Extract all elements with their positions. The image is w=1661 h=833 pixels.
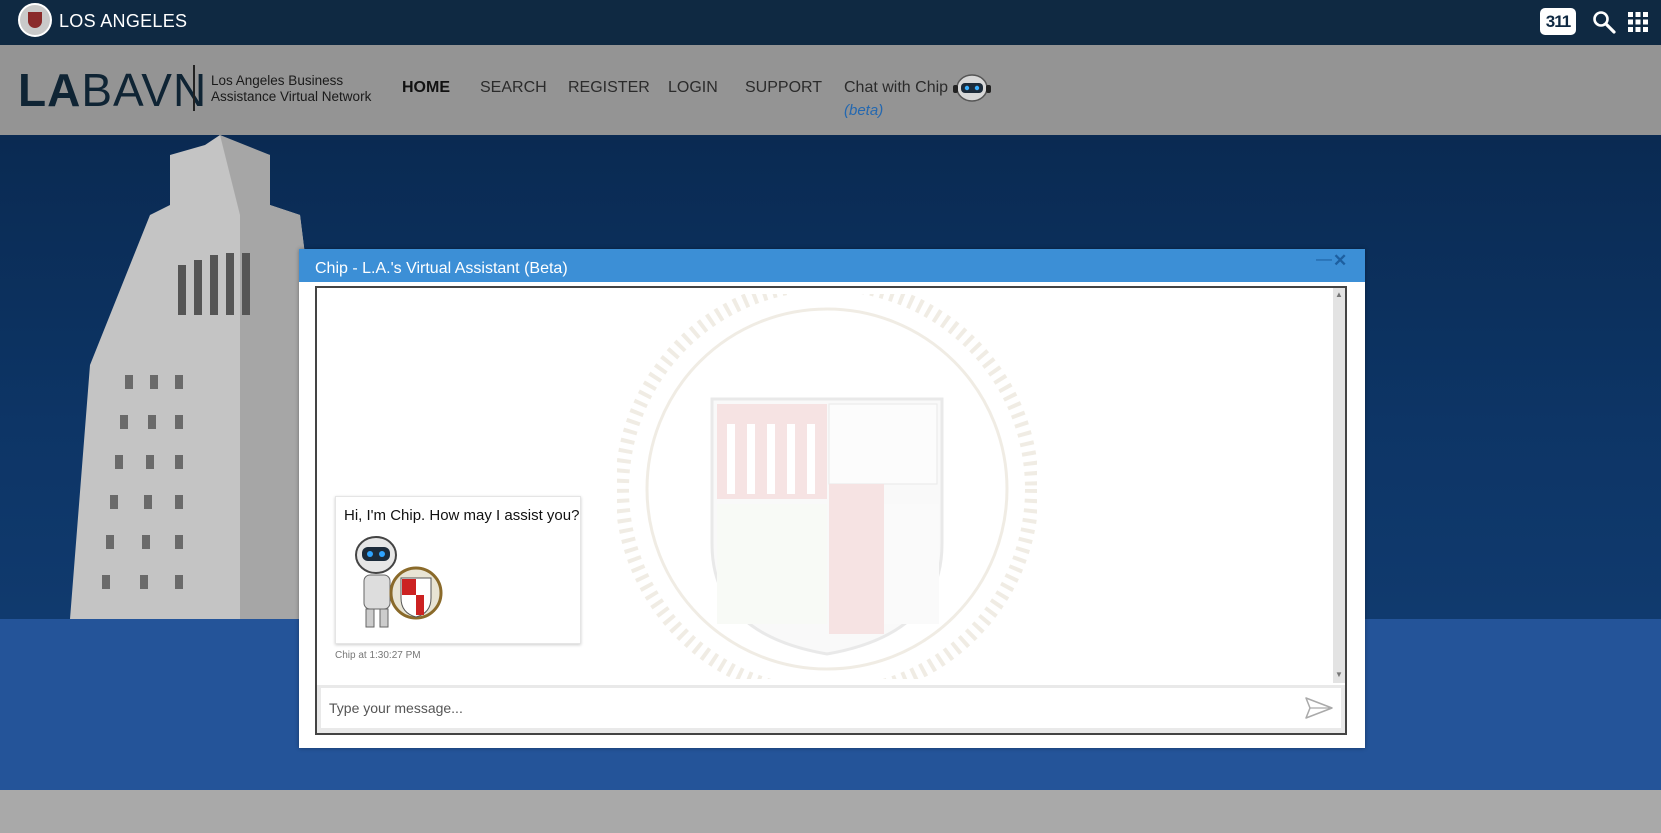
nav-home[interactable]: HOME xyxy=(402,79,450,97)
scroll-down-arrow-icon[interactable]: ▼ xyxy=(1335,670,1343,679)
page-footer-area xyxy=(0,790,1661,833)
chat-window: Chip - L.A.'s Virtual Assistant (Beta) —… xyxy=(299,249,1365,748)
311-button[interactable]: 311 xyxy=(1540,8,1576,35)
chat-transcript[interactable]: Hi, I'm Chip. How may I assist you? Chip… xyxy=(317,288,1333,683)
chat-message-text: Hi, I'm Chip. How may I assist you? xyxy=(344,507,580,524)
nav-support[interactable]: SUPPORT xyxy=(745,79,822,97)
logo-divider xyxy=(193,65,195,111)
logo-subtitle-line2: Assistance Virtual Network xyxy=(211,89,372,104)
scroll-up-arrow-icon[interactable]: ▲ xyxy=(1335,290,1343,299)
nav-search[interactable]: SEARCH xyxy=(480,79,547,97)
apps-grid-icon[interactable] xyxy=(1628,12,1648,32)
city-seal-watermark xyxy=(617,294,1037,679)
logo-subtitle-line1: Los Angeles Business xyxy=(211,73,344,88)
close-icon[interactable]: ✕ xyxy=(1333,252,1347,269)
logo-bavn: BAVN xyxy=(81,64,208,116)
city-top-bar: LOS ANGELES 311 xyxy=(0,0,1661,45)
nav-chat-with-chip[interactable]: Chat with Chip xyxy=(844,79,948,97)
nav-register[interactable]: REGISTER xyxy=(568,79,650,97)
search-icon[interactable] xyxy=(1592,10,1616,34)
chat-header[interactable]: Chip - L.A.'s Virtual Assistant (Beta) —… xyxy=(299,249,1365,282)
chat-title: Chip - L.A.'s Virtual Assistant (Beta) xyxy=(315,260,568,277)
chat-frame: Hi, I'm Chip. How may I assist you? Chip… xyxy=(315,286,1347,735)
city-name-link[interactable]: LOS ANGELES xyxy=(59,11,187,32)
nav-chat-beta[interactable]: (beta) xyxy=(844,102,883,119)
logo-la: LA xyxy=(18,64,82,116)
chat-message-bubble: Hi, I'm Chip. How may I assist you? xyxy=(335,496,581,644)
logo-subtitle: Los Angeles Business Assistance Virtual … xyxy=(211,73,371,105)
site-navbar: LABAVN Los Angeles Business Assistance V… xyxy=(0,45,1661,136)
labavn-logo[interactable]: LABAVN xyxy=(18,67,207,113)
send-icon[interactable] xyxy=(1305,696,1333,720)
city-seal-icon[interactable] xyxy=(18,3,52,37)
chat-message-input[interactable] xyxy=(321,688,1341,728)
chip-robot-icon[interactable] xyxy=(953,73,991,103)
minimize-icon[interactable]: — xyxy=(1316,252,1332,269)
chip-robot-image xyxy=(355,536,443,628)
nav-login[interactable]: LOGIN xyxy=(668,79,718,97)
chat-scrollbar[interactable]: ▲ ▼ xyxy=(1333,288,1345,683)
chat-message-timestamp: Chip at 1:30:27 PM xyxy=(335,650,421,661)
chat-input-bar xyxy=(317,685,1345,733)
